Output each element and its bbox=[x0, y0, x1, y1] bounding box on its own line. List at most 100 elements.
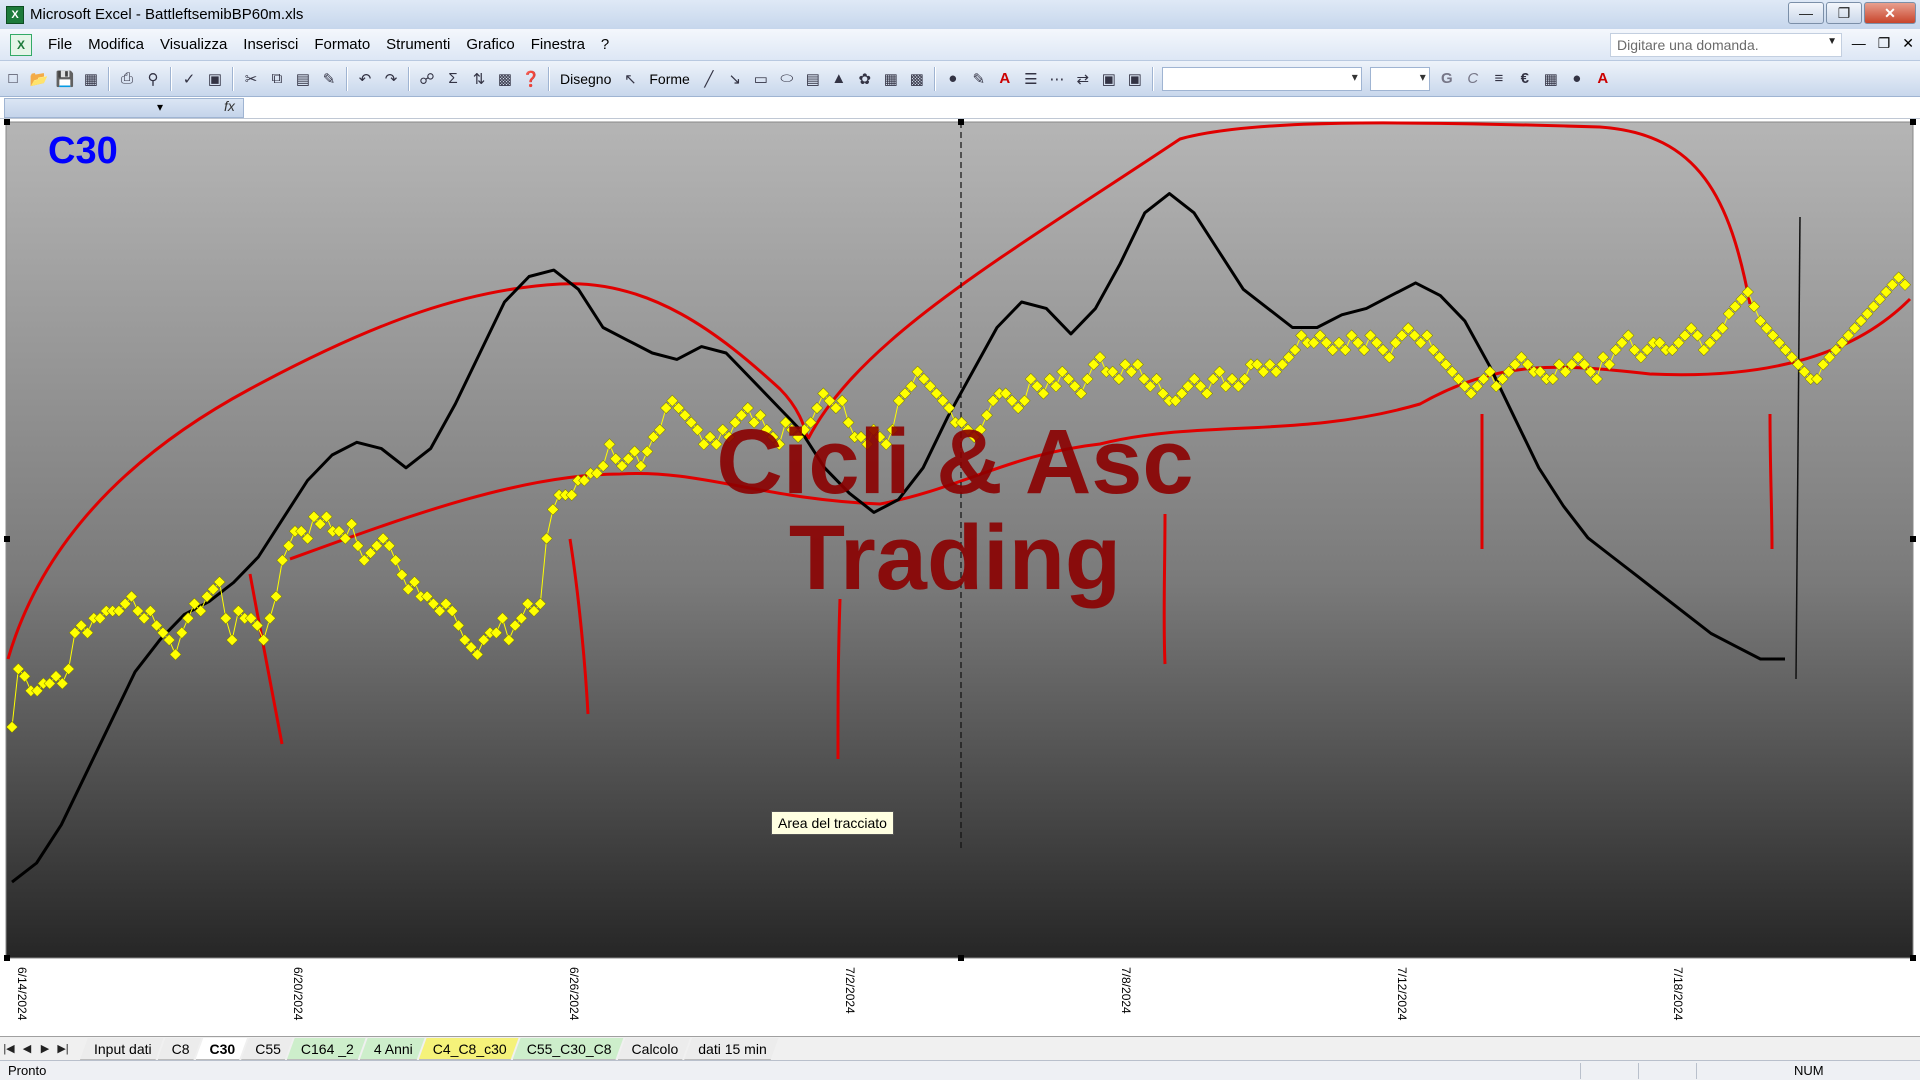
last-sheet-icon[interactable]: ▶| bbox=[54, 1042, 72, 1055]
sheet-tab-c164-2[interactable]: C164 _2 bbox=[287, 1038, 366, 1060]
standard-toolbar: □ 📂 💾 ▦ ⎙ ⚲ ✓ ▣ ✂ ⧉ ▤ ✎ ↶ ↷ ☍ Σ ⇅ ▩ ❓ Di… bbox=[0, 61, 1920, 97]
3d-style-icon[interactable]: ▣ bbox=[1123, 67, 1147, 91]
picture-icon[interactable]: ▩ bbox=[905, 67, 929, 91]
next-sheet-icon[interactable]: ▶ bbox=[36, 1042, 54, 1055]
menu-formato[interactable]: Formato bbox=[306, 36, 378, 53]
line-tool-icon[interactable]: ╱ bbox=[697, 67, 721, 91]
line-style-icon[interactable]: ☰ bbox=[1019, 67, 1043, 91]
diagram-icon[interactable]: ✿ bbox=[853, 67, 877, 91]
ask-question-input[interactable]: Digitare una domanda. ▼ bbox=[1610, 33, 1842, 57]
chart-area[interactable]: C30 Cicli & Asc Trading 6/14/2024 6/20/2… bbox=[0, 119, 1920, 1036]
menu-grafico[interactable]: Grafico bbox=[458, 36, 522, 53]
title-bar: X Microsoft Excel - BattleftsemibBP60m.x… bbox=[0, 0, 1920, 29]
workbook-restore-icon[interactable]: ❐ bbox=[1878, 35, 1891, 52]
menu-help[interactable]: ? bbox=[593, 36, 617, 53]
new-icon[interactable]: □ bbox=[1, 67, 25, 91]
arrow-tool-icon[interactable]: ↘ bbox=[723, 67, 747, 91]
spelling-icon[interactable]: ✓ bbox=[177, 67, 201, 91]
x-tick-label: 7/8/2024 bbox=[1119, 967, 1133, 1014]
restore-button[interactable]: ❐ bbox=[1826, 2, 1862, 24]
rectangle-tool-icon[interactable]: ▭ bbox=[749, 67, 773, 91]
close-button[interactable]: ✕ bbox=[1864, 2, 1916, 24]
window-title: Microsoft Excel - BattleftsemibBP60m.xls bbox=[30, 6, 304, 23]
line-color-icon[interactable]: ✎ bbox=[967, 67, 991, 91]
sheet-tab-4-anni[interactable]: 4 Anni bbox=[360, 1038, 425, 1060]
sheet-tab-c4-c8-c30[interactable]: C4_C8_c30 bbox=[419, 1038, 519, 1060]
arrow-style-icon[interactable]: ⇄ bbox=[1071, 67, 1095, 91]
minimize-button[interactable]: — bbox=[1788, 2, 1824, 24]
red-low-mark-4 bbox=[1162, 513, 1167, 665]
help-icon[interactable]: ❓ bbox=[519, 67, 543, 91]
fx-icon[interactable]: fx bbox=[224, 98, 235, 114]
toolbar-separator bbox=[346, 66, 348, 91]
handle-mr bbox=[1910, 536, 1916, 542]
workbook-close-icon[interactable]: ✕ bbox=[1902, 35, 1914, 52]
print-preview-icon[interactable]: ⚲ bbox=[141, 67, 165, 91]
handle-bc bbox=[958, 955, 964, 961]
clipart-icon[interactable]: ▦ bbox=[879, 67, 903, 91]
menu-strumenti[interactable]: Strumenti bbox=[378, 36, 458, 53]
sheet-tab-c8[interactable]: C8 bbox=[158, 1038, 202, 1060]
sheet-tab-c55[interactable]: C55 bbox=[241, 1038, 293, 1060]
bold-button[interactable]: G bbox=[1435, 67, 1459, 91]
menu-finestra[interactable]: Finestra bbox=[523, 36, 593, 53]
sheet-tab-input-dati[interactable]: Input dati bbox=[80, 1038, 164, 1060]
wordart-icon[interactable]: ▲ bbox=[827, 67, 851, 91]
insert-hyperlink-icon[interactable]: ☍ bbox=[415, 67, 439, 91]
sheet-tab-c55-c30-c8[interactable]: C55_C30_C8 bbox=[513, 1038, 624, 1060]
menu-bar: X File Modifica Visualizza Inserisci For… bbox=[0, 29, 1920, 61]
undo-icon[interactable]: ↶ bbox=[353, 67, 377, 91]
status-bar: Pronto NUM bbox=[0, 1060, 1920, 1080]
handle-ml bbox=[4, 536, 10, 542]
permission-icon[interactable]: ▦ bbox=[79, 67, 103, 91]
prev-sheet-icon[interactable]: ◀ bbox=[18, 1042, 36, 1055]
watermark-line-2: Trading bbox=[789, 507, 1121, 609]
excel-app-icon: X bbox=[6, 5, 24, 24]
chart-element-selector[interactable] bbox=[4, 98, 244, 118]
x-tick-label: 6/14/2024 bbox=[15, 967, 29, 1021]
autosum-icon[interactable]: Σ bbox=[441, 67, 465, 91]
menu-visualizza[interactable]: Visualizza bbox=[152, 36, 235, 53]
sort-icon[interactable]: ⇅ bbox=[467, 67, 491, 91]
paste-icon[interactable]: ▤ bbox=[291, 67, 315, 91]
print-icon[interactable]: ⎙ bbox=[115, 67, 139, 91]
align-icon[interactable]: ≡ bbox=[1487, 67, 1511, 91]
handle-tl bbox=[4, 119, 10, 125]
sheet-tab-dati-15-min[interactable]: dati 15 min bbox=[684, 1038, 778, 1060]
chart-svg[interactable]: C30 Cicli & Asc Trading 6/14/2024 6/20/2… bbox=[0, 119, 1920, 1036]
euro-button[interactable]: € bbox=[1513, 67, 1537, 91]
first-sheet-icon[interactable]: |◀ bbox=[0, 1042, 18, 1055]
open-icon[interactable]: 📂 bbox=[27, 67, 51, 91]
font-name-select[interactable] bbox=[1161, 66, 1362, 91]
autoshapes-menu-button[interactable]: Forme bbox=[643, 71, 695, 87]
sheet-tab-c30[interactable]: C30 bbox=[196, 1038, 248, 1060]
menu-file[interactable]: File bbox=[40, 36, 80, 53]
font-color-icon[interactable]: A bbox=[993, 67, 1017, 91]
text-color-icon[interactable]: A bbox=[1591, 67, 1615, 91]
italic-button[interactable]: C bbox=[1461, 67, 1485, 91]
chart-wizard-icon[interactable]: ▩ bbox=[493, 67, 517, 91]
font-size-select[interactable] bbox=[1369, 66, 1430, 91]
save-icon[interactable]: 💾 bbox=[53, 67, 77, 91]
borders-icon[interactable]: ▦ bbox=[1539, 67, 1563, 91]
workbook-icon[interactable]: X bbox=[10, 33, 32, 56]
research-icon[interactable]: ▣ bbox=[203, 67, 227, 91]
draw-menu-button[interactable]: Disegno bbox=[554, 71, 617, 87]
workbook-minimize-icon[interactable]: — bbox=[1852, 35, 1866, 52]
menu-inserisci[interactable]: Inserisci bbox=[235, 36, 306, 53]
chevron-down-icon[interactable]: ▼ bbox=[1827, 36, 1837, 47]
x-tick-label: 7/18/2024 bbox=[1671, 967, 1685, 1021]
menu-modifica[interactable]: Modifica bbox=[80, 36, 152, 53]
fill-bucket-icon[interactable]: ● bbox=[1565, 67, 1589, 91]
dash-style-icon[interactable]: ⋯ bbox=[1045, 67, 1069, 91]
shadow-style-icon[interactable]: ▣ bbox=[1097, 67, 1121, 91]
textbox-tool-icon[interactable]: ▤ bbox=[801, 67, 825, 91]
select-objects-icon[interactable]: ↖ bbox=[618, 67, 642, 91]
sheet-tab-calcolo[interactable]: Calcolo bbox=[618, 1038, 691, 1060]
copy-icon[interactable]: ⧉ bbox=[265, 67, 289, 91]
redo-icon[interactable]: ↷ bbox=[379, 67, 403, 91]
oval-tool-icon[interactable]: ⬭ bbox=[775, 67, 799, 91]
cut-icon[interactable]: ✂ bbox=[239, 67, 263, 91]
fill-color-icon[interactable]: ● bbox=[941, 67, 965, 91]
format-painter-icon[interactable]: ✎ bbox=[317, 67, 341, 91]
